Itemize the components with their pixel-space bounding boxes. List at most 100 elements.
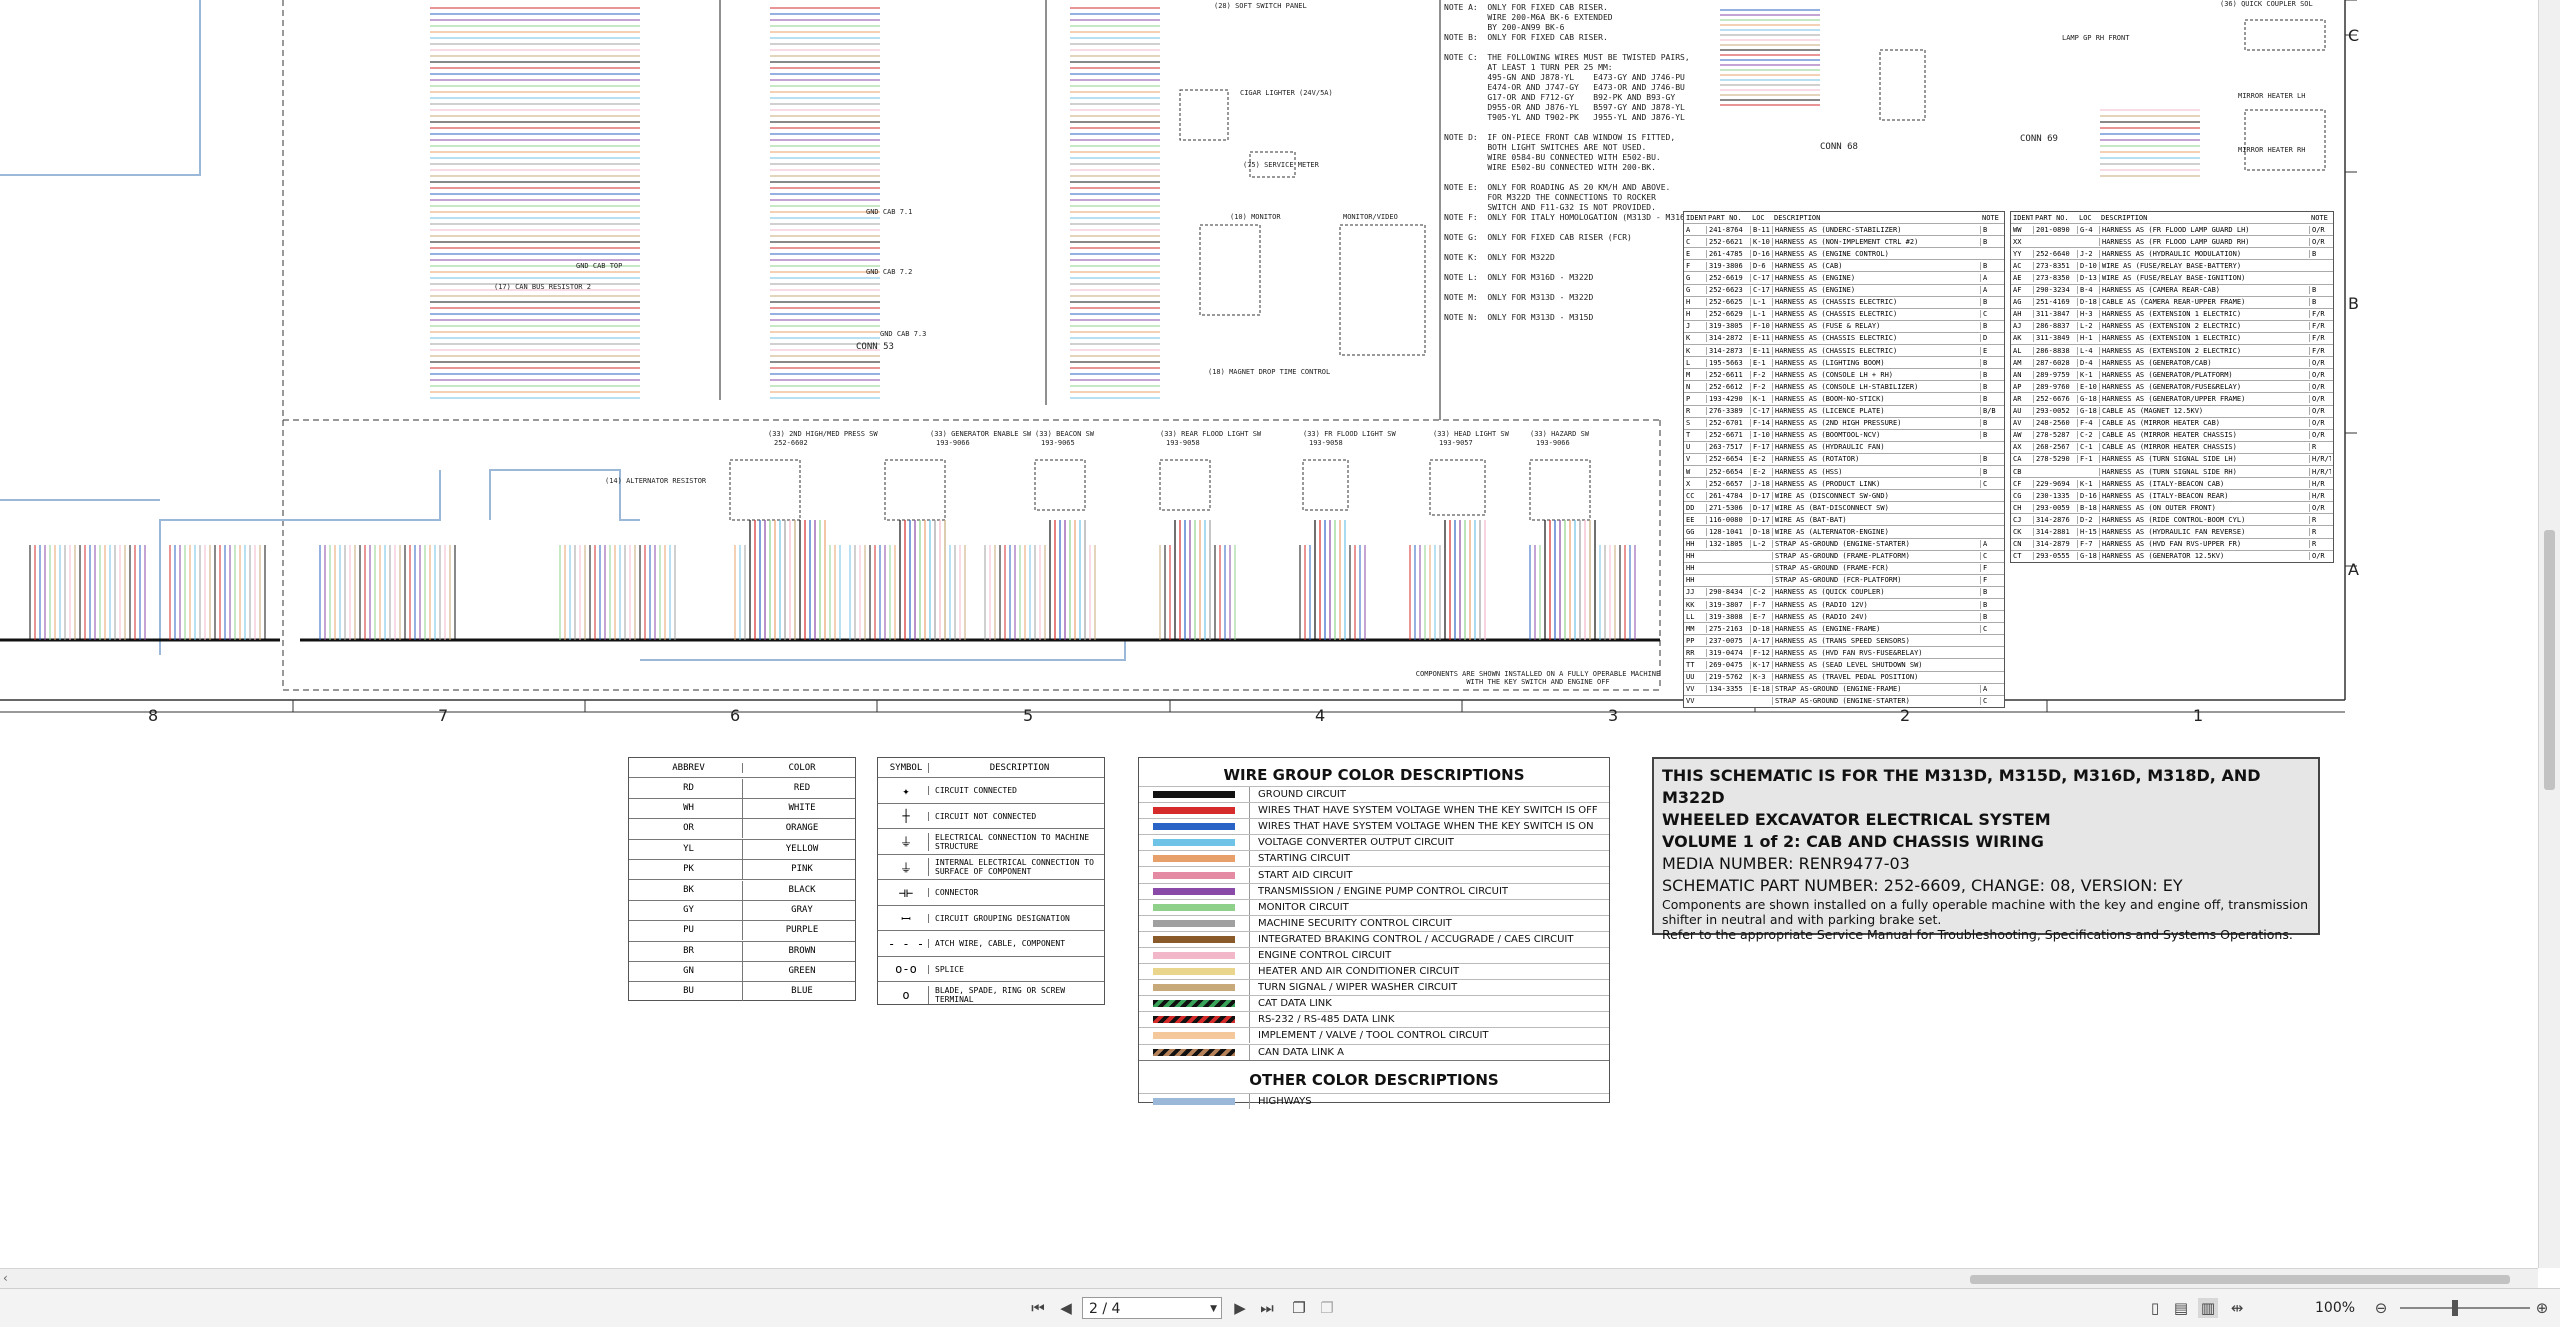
- zoom-slider-knob[interactable]: [2452, 1300, 2458, 1316]
- document-viewport[interactable]: NOTE A: ONLY FOR FIXED CAB RISER. WIRE 2…: [0, 0, 2538, 1268]
- table-cell: C: [1980, 697, 2002, 706]
- table-cell: D-16: [2077, 491, 2099, 500]
- next-page-icon[interactable]: ▶: [1232, 1298, 1248, 1318]
- wire-group-item: WIRES THAT HAVE SYSTEM VOLTAGE WHEN THE …: [1139, 818, 1609, 835]
- continuous-view-icon[interactable]: ▤: [2172, 1298, 2190, 1318]
- table-cell: WIRE AS (BAT-DISCONNECT SW): [1772, 503, 1980, 512]
- table-cell: K-17: [1750, 661, 1772, 670]
- table-cell: F: [1980, 564, 2002, 573]
- table-row: T 252-6671 I-10 HARNESS AS (BOOMTOOL-NCV) B: [1684, 428, 2004, 441]
- table-cell: HARNESS AS (ON OUTER FRONT): [2099, 503, 2309, 512]
- schematic-label-gnd-cab-72: GND CAB 7.2: [866, 268, 913, 276]
- table-cell: HARNESS AS (HYDRAULIC FAN REVERSE): [2099, 527, 2309, 536]
- zoom-out-icon[interactable]: ⊖: [2372, 1298, 2390, 1318]
- two-page-view-icon[interactable]: ▥: [2198, 1298, 2218, 1318]
- table-cell: O/R: [2309, 237, 2331, 246]
- table-cell: B: [1980, 322, 2002, 331]
- schematic-label-mirror-rh: MIRROR HEATER RH: [2238, 146, 2306, 154]
- color-swatch: [1153, 823, 1235, 831]
- table-cell: RD: [683, 782, 694, 793]
- zoom-in-icon[interactable]: ⊕: [2533, 1298, 2551, 1318]
- previous-page-icon[interactable]: ◀: [1058, 1298, 1074, 1318]
- schematic-label-conn68: CONN 68: [1820, 142, 1858, 152]
- table-cell: C: [1980, 479, 2002, 488]
- table-cell: HARNESS AS (TURN SIGNAL SIDE LH): [2099, 455, 2309, 464]
- color-swatch: [1153, 839, 1235, 847]
- table-cell: A-17: [1750, 636, 1772, 645]
- table-row: AM 287-6028 D-4 HARNESS AS (GENERATOR/CAB) O…: [2011, 356, 2333, 368]
- schematic-label-gnd-cab-71: GND CAB 7.1: [866, 208, 913, 216]
- table-cell: HARNESS AS (CHASSIS ELECTRIC): [1772, 346, 1980, 355]
- vertical-scroll-thumb[interactable]: [2544, 530, 2555, 790]
- table-cell: 290-8434: [1706, 588, 1750, 597]
- color-swatch: [1153, 1000, 1235, 1008]
- component-box: [2244, 19, 2326, 51]
- table-cell: 319-3807: [1706, 600, 1750, 609]
- table-row: CG 230-1335 D-16 HARNESS AS (ITALY-BEACON R…: [2011, 489, 2333, 501]
- table-row: VV STRAP AS-GROUND (ENGINE-STARTER) C: [1684, 694, 2004, 707]
- switch-part-number: 252-6602: [774, 439, 808, 447]
- wire-group-label: WIRES THAT HAVE SYSTEM VOLTAGE WHEN THE …: [1249, 803, 1598, 819]
- wire-group-label: CAN DATA LINK A: [1249, 1044, 1344, 1060]
- paste-page-icon[interactable]: ❐: [1318, 1298, 1336, 1318]
- single-page-view-icon[interactable]: ▯: [2146, 1298, 2164, 1318]
- zoom-level[interactable]: 100%: [2315, 1298, 2371, 1318]
- table-cell: F-17: [1750, 443, 1772, 452]
- horizontal-scroll-thumb[interactable]: [1970, 1275, 2510, 1284]
- first-page-icon[interactable]: ⏮: [1030, 1298, 1046, 1318]
- wire-group-label: HEATER AND AIR CONDITIONER CIRCUIT: [1249, 964, 1459, 980]
- wire-group-label: WIRES THAT HAVE SYSTEM VOLTAGE WHEN THE …: [1249, 819, 1594, 835]
- table-row: AE 273-8350 D-13 WIRE AS (FUSE/RELAY BASE-I…: [2011, 271, 2333, 283]
- schematic-label-magnet: (18) MAGNET DROP TIME CONTROL: [1208, 368, 1331, 376]
- table-cell: H/R: [2309, 491, 2331, 500]
- table-cell: B: [1980, 237, 2002, 246]
- table-row: K 314-2872 E-11 HARNESS AS (CHASSIS ELECTRI…: [1684, 331, 2004, 344]
- table-row: V 252-6654 E-2 HARNESS AS (ROTATOR) B: [1684, 452, 2004, 465]
- table-cell: F-1: [2077, 455, 2099, 464]
- wire-group-label: INTEGRATED BRAKING CONTROL / ACCUGRADE /…: [1249, 931, 1573, 947]
- table-row: GG 128-1041 D-18 WIRE AS (ALTERNATOR-ENGINE…: [1684, 525, 2004, 537]
- table-cell: L-4: [2077, 346, 2099, 355]
- table-cell: 252-6621: [1706, 237, 1750, 246]
- table-cell: 314-2881: [2033, 527, 2077, 536]
- table-cell: F: [1980, 576, 2002, 585]
- table-cell: 314-2873: [1706, 346, 1750, 355]
- table-cell: 230-1335: [2033, 491, 2077, 500]
- table-cell: AN: [2013, 370, 2022, 379]
- table-cell: HARNESS AS (CAB): [1772, 261, 1980, 270]
- table-row: AK 311-3849 H-1 HARNESS AS (EXTENSION 1 ELE…: [2011, 331, 2333, 344]
- table-cell: 252-6629: [1706, 310, 1750, 319]
- page-number-input[interactable]: 2 / 4 ▼: [1082, 1297, 1222, 1319]
- table-cell: YL: [683, 843, 694, 854]
- symbol-icon: ✦: [902, 783, 910, 798]
- table-cell: HARNESS AS (BOOMTOOL-NCV): [1772, 431, 1980, 440]
- table-cell: HARNESS AS (CAMERA REAR-CAB): [2099, 286, 2309, 295]
- table-cell: 241-8764: [1706, 225, 1750, 234]
- copy-page-icon[interactable]: ❐: [1290, 1298, 1308, 1318]
- table-cell: AH: [2013, 310, 2022, 319]
- table-cell: D-17: [1750, 491, 1772, 500]
- scroll-left-icon[interactable]: ‹: [3, 1271, 8, 1285]
- table-cell: WIRE AS (DISCONNECT SW-GND): [1772, 491, 1980, 500]
- switch-part-number: 193-9066: [1536, 439, 1570, 447]
- grid-row-label: B: [2348, 294, 2359, 313]
- table-cell: STRAP AS-GROUND (FCR-PLATFORM): [1772, 576, 1980, 585]
- vertical-scrollbar[interactable]: [2538, 0, 2560, 1268]
- table-cell: HARNESS AS (QUICK COUPLER): [1772, 588, 1980, 597]
- switch-part-number: 193-9057: [1439, 439, 1473, 447]
- table-cell: L: [1686, 358, 1691, 367]
- wire-group-label: START AID CIRCUIT: [1249, 867, 1352, 883]
- horizontal-scrollbar[interactable]: ‹: [0, 1268, 2538, 1289]
- table-cell: B: [1980, 588, 2002, 597]
- table-row: o-o SPLICE: [878, 955, 1104, 982]
- table-cell: S: [1686, 419, 1691, 428]
- table-cell: DD: [1686, 503, 1695, 512]
- zoom-slider[interactable]: [2400, 1300, 2530, 1316]
- table-row: DD 271-5306 D-17 WIRE AS (BAT-DISCONNECT SW…: [1684, 501, 2004, 513]
- table-cell: ORANGE: [742, 819, 855, 839]
- schematic-label-cigar: CIGAR LIGHTER (24V/5A): [1240, 89, 1333, 97]
- table-cell: OR: [683, 823, 694, 834]
- chevron-down-icon[interactable]: ▼: [1210, 1298, 1217, 1320]
- fit-width-icon[interactable]: ⇹: [2228, 1298, 2246, 1318]
- last-page-icon[interactable]: ⏭: [1258, 1298, 1276, 1318]
